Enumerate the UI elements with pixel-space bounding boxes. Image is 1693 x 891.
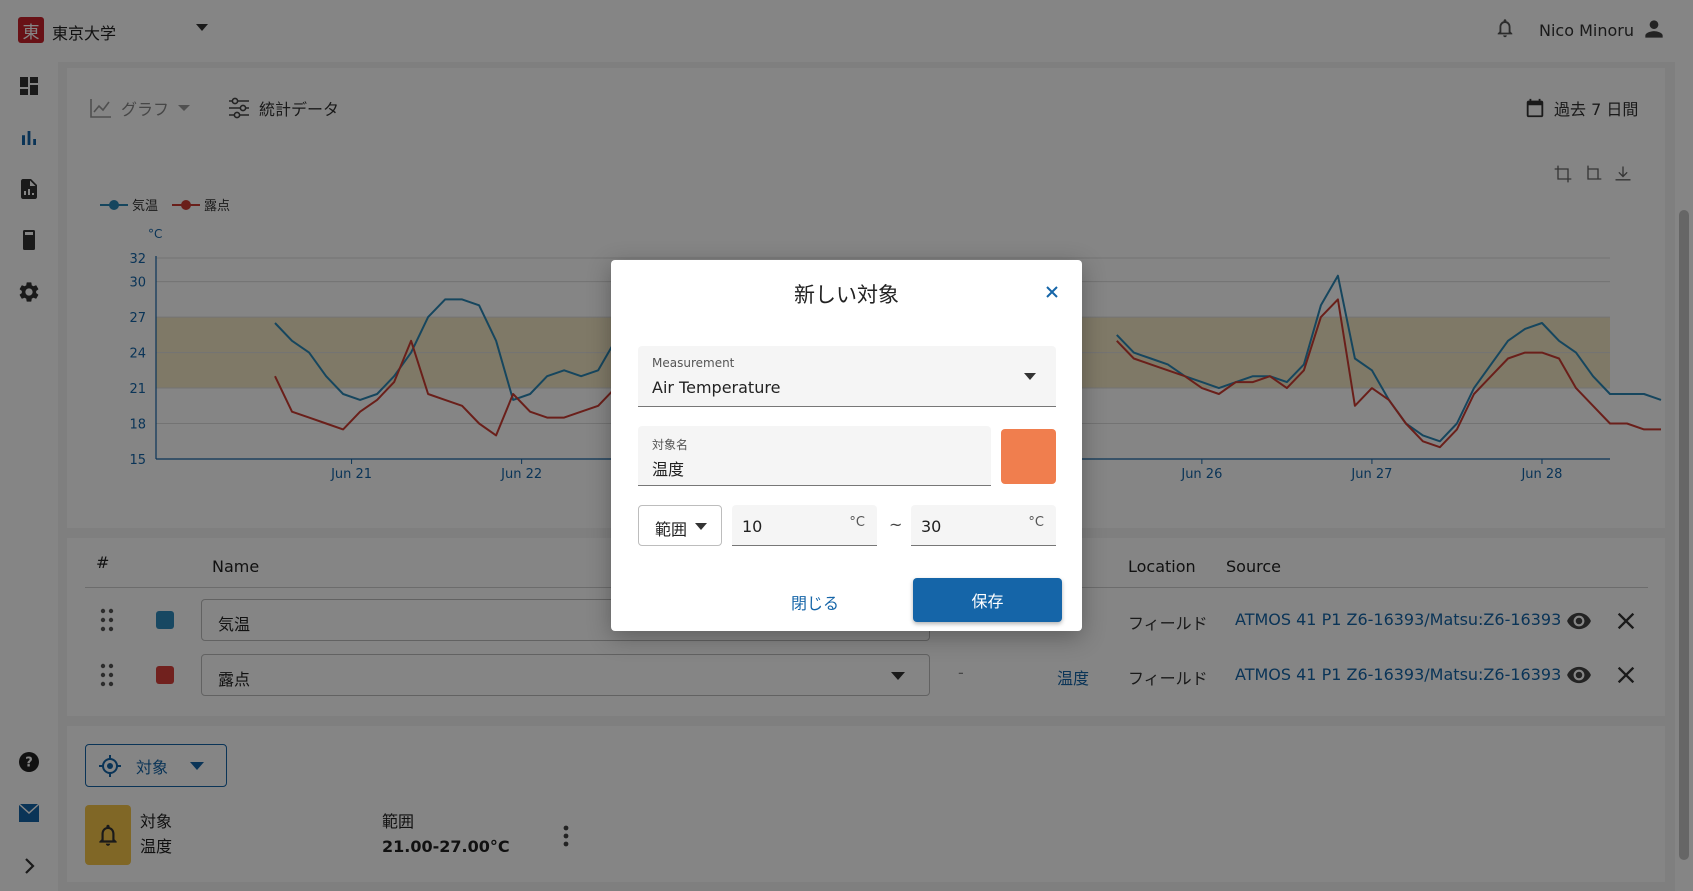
range-type-select[interactable]: 範囲 (638, 505, 722, 546)
target-color-picker[interactable] (1001, 429, 1056, 484)
measurement-select[interactable]: Measurement Air Temperature (638, 346, 1056, 407)
close-icon[interactable] (1044, 284, 1060, 300)
target-name-label: 対象名 (652, 438, 689, 452)
chevron-down-icon (1024, 373, 1036, 380)
max-unit: °C (1028, 515, 1044, 530)
target-name-field[interactable]: 対象名 温度 (638, 426, 991, 486)
new-target-dialog: 新しい対象 Measurement Air Temperature 対象名 温度… (611, 260, 1082, 631)
max-value: 30 (921, 517, 942, 536)
range-type-value: 範囲 (655, 520, 688, 539)
range-separator: ~ (889, 515, 903, 534)
close-button[interactable]: 閉じる (791, 590, 839, 614)
chevron-down-icon (695, 523, 707, 530)
save-button[interactable]: 保存 (913, 578, 1062, 622)
min-value: 10 (742, 517, 763, 536)
min-unit: °C (849, 515, 865, 530)
measurement-label: Measurement (652, 356, 735, 370)
min-value-input[interactable]: 10 °C (732, 505, 877, 546)
max-value-input[interactable]: 30 °C (911, 505, 1056, 546)
target-name-value: 温度 (652, 460, 685, 479)
dialog-title: 新しい対象 (794, 283, 899, 307)
measurement-value: Air Temperature (652, 378, 781, 397)
